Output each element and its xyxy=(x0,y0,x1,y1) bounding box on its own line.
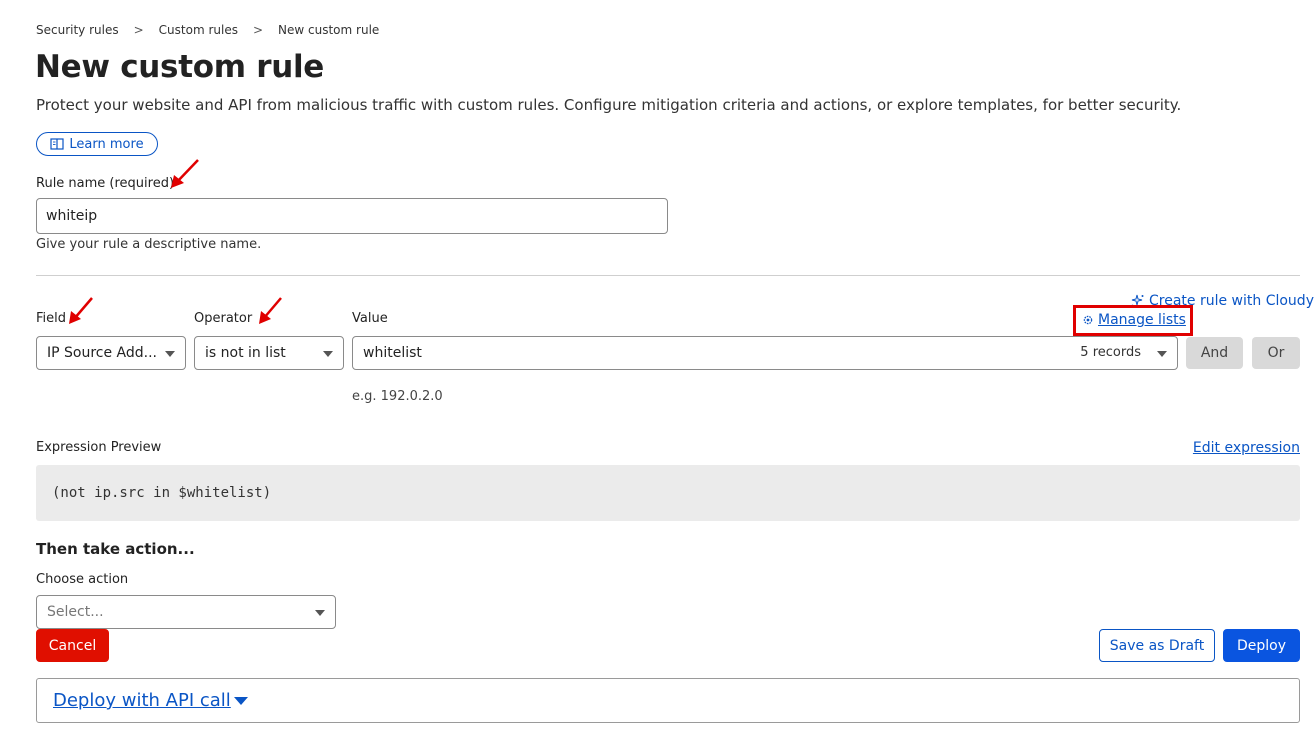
choose-action-placeholder: Select... xyxy=(47,604,104,620)
and-button[interactable]: And xyxy=(1186,337,1243,369)
breadcrumb-custom-rules[interactable]: Custom rules xyxy=(159,23,238,37)
caret-down-icon[interactable] xyxy=(233,696,248,705)
field-label: Field xyxy=(36,311,67,326)
breadcrumb: Security rules > Custom rules > New cust… xyxy=(36,23,379,37)
chevron-right-icon: > xyxy=(133,23,144,37)
value-example-hint: e.g. 192.0.2.0 xyxy=(352,389,443,404)
page-subtitle: Protect your website and API from malici… xyxy=(36,96,1182,114)
deploy-button[interactable]: Deploy xyxy=(1223,629,1300,662)
value-records-count: 5 records xyxy=(1080,345,1141,360)
choose-action-select[interactable]: Select... xyxy=(36,595,336,629)
expression-preview-label: Expression Preview xyxy=(36,440,162,455)
deploy-with-api-call-link[interactable]: Deploy with API call xyxy=(53,690,231,711)
field-select[interactable]: IP Source Add... xyxy=(36,336,186,370)
divider xyxy=(36,275,1300,276)
action-section-title: Then take action... xyxy=(36,540,195,558)
chevron-right-icon: > xyxy=(252,23,264,37)
rule-name-input[interactable]: whiteip xyxy=(36,198,668,234)
cancel-button[interactable]: Cancel xyxy=(36,629,109,662)
choose-action-label: Choose action xyxy=(36,572,129,587)
book-icon xyxy=(50,138,65,150)
learn-more-button[interactable]: Learn more xyxy=(36,132,158,156)
breadcrumb-security-rules[interactable]: Security rules xyxy=(36,23,119,37)
breadcrumb-current: New custom rule xyxy=(278,23,380,37)
annotation-arrow-icon xyxy=(69,297,93,324)
deploy-with-api-call-panel: Deploy with API call xyxy=(36,678,1300,723)
rule-name-label: Rule name (required) xyxy=(36,176,175,191)
rule-name-hint: Give your rule a descriptive name. xyxy=(36,237,262,252)
page-title: New custom rule xyxy=(35,49,325,85)
caret-down-icon xyxy=(1157,351,1167,357)
save-as-draft-button[interactable]: Save as Draft xyxy=(1099,629,1215,662)
rule-name-value: whiteip xyxy=(46,208,98,224)
learn-more-label: Learn more xyxy=(69,136,144,152)
caret-down-icon xyxy=(315,610,325,616)
expression-preview-code: (not ip.src in $whitelist) xyxy=(36,465,1300,521)
operator-select-value: is not in list xyxy=(205,345,286,361)
annotation-highlight-box xyxy=(1073,305,1193,336)
value-select-value: whitelist xyxy=(363,345,422,361)
caret-down-icon xyxy=(323,351,333,357)
or-button[interactable]: Or xyxy=(1252,337,1300,369)
caret-down-icon xyxy=(165,351,175,357)
operator-label: Operator xyxy=(194,311,253,326)
expression-code-text: (not ip.src in $whitelist) xyxy=(52,485,272,501)
field-select-value: IP Source Add... xyxy=(47,345,158,361)
value-select[interactable]: whitelist 5 records xyxy=(352,336,1178,370)
annotation-arrow-icon xyxy=(259,297,282,324)
operator-select[interactable]: is not in list xyxy=(194,336,344,370)
value-label: Value xyxy=(352,311,388,326)
edit-expression-link[interactable]: Edit expression xyxy=(1193,440,1300,456)
annotation-arrow-icon xyxy=(171,159,199,188)
